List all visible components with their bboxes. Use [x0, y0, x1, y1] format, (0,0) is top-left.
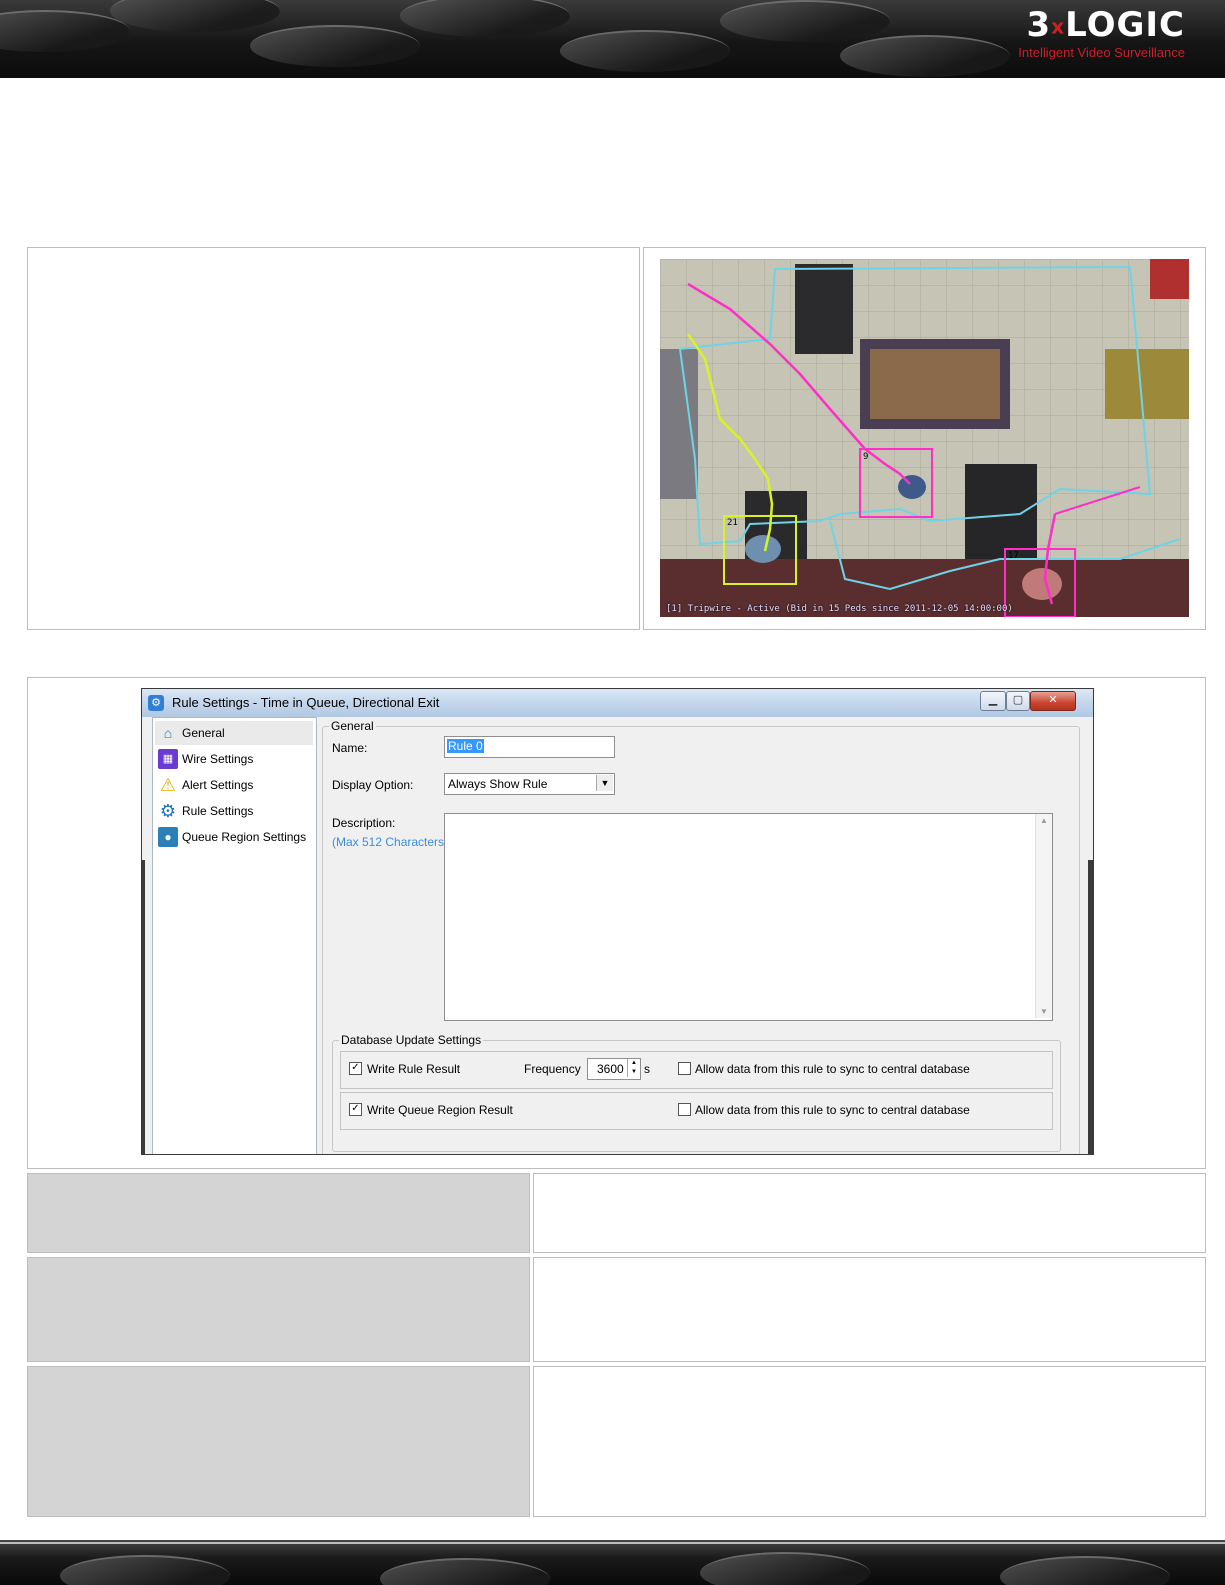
track-id-label: 9	[863, 452, 869, 462]
gear-icon: ⚙	[159, 801, 177, 821]
track-id-label: 21	[727, 518, 738, 528]
name-field[interactable]: Rule 0	[444, 736, 615, 758]
footer-rule	[0, 1542, 1225, 1544]
header-banner: 3xLOGIC Intelligent Video Surveillance	[0, 0, 1225, 78]
banner-texture	[1000, 1556, 1170, 1585]
warning-icon: ⚠	[159, 775, 177, 795]
banner-texture	[400, 0, 570, 37]
camera-view-image: [1] Tripwire - Active (Bid in 15 Peds si…	[660, 259, 1189, 617]
name-value: Rule 0	[447, 739, 484, 753]
nav-item-label: Rule Settings	[182, 804, 254, 818]
nav-item-label: Queue Region Settings	[182, 830, 307, 844]
dialog-title: Rule Settings - Time in Queue, Direction…	[172, 695, 440, 710]
description-scrollbar[interactable]: ▲ ▼	[1035, 814, 1052, 1018]
stepper-arrows-icon[interactable]: ▲ ▼	[627, 1059, 640, 1077]
frequency-stepper[interactable]: 3600 ▲ ▼	[587, 1058, 641, 1080]
banner-texture	[380, 1558, 550, 1585]
film-icon: ▦	[158, 749, 178, 769]
display-option-label: Display Option:	[332, 778, 414, 792]
table-cell-label-3	[27, 1366, 530, 1517]
dialog-title-bar[interactable]: ⚙ Rule Settings - Time in Queue, Directi…	[142, 689, 1093, 717]
minimize-button[interactable]: ▁	[980, 691, 1006, 711]
nav-item-general[interactable]: ⌂ General	[155, 721, 313, 745]
logo-wordmark: 3xLOGIC	[1026, 5, 1185, 45]
sync-checkbox-2[interactable]	[678, 1103, 691, 1116]
write-queue-region-result-checkbox[interactable]: ✓	[349, 1103, 362, 1116]
logo-tagline: Intelligent Video Surveillance	[1018, 44, 1185, 60]
table-cell-label-2	[27, 1257, 530, 1362]
footer-banner	[0, 1540, 1225, 1585]
nav-item-wire-settings[interactable]: ▦ Wire Settings	[155, 747, 313, 771]
sync-label-2: Allow data from this rule to sync to cen…	[695, 1103, 970, 1117]
nav-item-rule-settings[interactable]: ⚙ Rule Settings	[155, 799, 313, 823]
write-queue-region-result-label: Write Queue Region Result	[367, 1103, 513, 1117]
frequency-value: 3600	[597, 1062, 624, 1076]
nav-item-label: Wire Settings	[182, 752, 254, 766]
home-icon: ⌂	[163, 725, 173, 741]
display-option-value: Always Show Rule	[448, 777, 548, 791]
write-rule-result-label: Write Rule Result	[367, 1062, 461, 1076]
text-cell-left	[27, 247, 640, 630]
frequency-unit: s	[644, 1062, 650, 1076]
nav-item-queue-region-settings[interactable]: ● Queue Region Settings	[155, 825, 313, 849]
banner-texture	[720, 0, 890, 42]
table-cell-value-1	[533, 1173, 1206, 1253]
description-hint: (Max 512 Characters)	[332, 835, 449, 849]
table-cell-label-1	[27, 1173, 530, 1253]
nav-item-label: Alert Settings	[182, 778, 254, 792]
banner-texture	[700, 1552, 870, 1585]
scroll-down-icon[interactable]: ▼	[1036, 1007, 1052, 1016]
camera-caption: [1] Tripwire - Active (Bid in 15 Peds si…	[666, 604, 1013, 614]
banner-texture	[840, 35, 1010, 77]
rule-settings-dialog: ⚙ Rule Settings - Time in Queue, Directi…	[141, 688, 1094, 1155]
company-logo: 3xLOGIC Intelligent Video Surveillance	[1018, 6, 1185, 60]
chevron-down-icon[interactable]: ▼	[596, 775, 613, 791]
frame-edge	[141, 860, 145, 1155]
banner-texture	[0, 10, 130, 52]
map-pin-icon: ●	[158, 827, 178, 847]
settings-nav-panel: ⌂ General ▦ Wire Settings ⚠ Alert Settin…	[152, 717, 317, 1154]
maximize-button[interactable]: ▢	[1006, 691, 1030, 711]
group-title: General	[329, 719, 376, 733]
track-id-label: 17	[1008, 551, 1019, 561]
banner-texture	[110, 0, 280, 32]
settings-icon: ⚙	[148, 695, 164, 711]
name-label: Name:	[332, 741, 368, 755]
frequency-label: Frequency	[524, 1062, 581, 1076]
display-option-select[interactable]: Always Show Rule ▼	[444, 773, 615, 795]
description-textarea[interactable]: ▲ ▼	[444, 813, 1053, 1021]
banner-texture	[60, 1555, 230, 1585]
nav-item-label: General	[182, 726, 225, 740]
banner-texture	[250, 25, 420, 67]
sync-label-1: Allow data from this rule to sync to cen…	[695, 1062, 970, 1076]
camera-overlay	[660, 259, 1189, 617]
scroll-up-icon[interactable]: ▲	[1036, 816, 1052, 825]
description-label: Description:	[332, 816, 396, 830]
nav-item-alert-settings[interactable]: ⚠ Alert Settings	[155, 773, 313, 797]
write-rule-result-checkbox[interactable]: ✓	[349, 1062, 362, 1075]
frame-edge	[1088, 860, 1093, 1155]
group-title: Database Update Settings	[339, 1033, 484, 1047]
table-cell-value-2	[533, 1257, 1206, 1362]
banner-texture	[560, 30, 730, 72]
sync-checkbox-1[interactable]	[678, 1062, 691, 1075]
table-cell-value-3	[533, 1366, 1206, 1517]
close-button[interactable]: ✕	[1030, 691, 1076, 711]
